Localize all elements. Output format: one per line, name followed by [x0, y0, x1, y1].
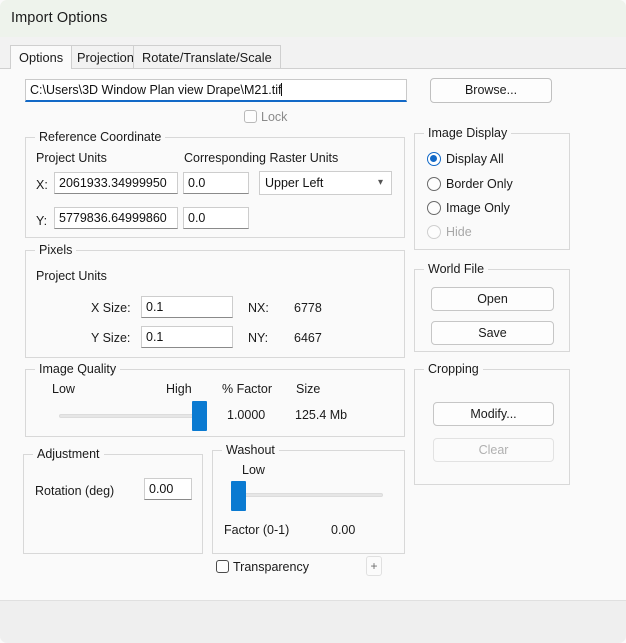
cropping-group: Cropping Modify... Clear	[414, 362, 570, 485]
transparency-label: Transparency	[233, 560, 309, 574]
percent-factor-label: % Factor	[222, 382, 273, 396]
titlebar: Import Options	[0, 0, 626, 37]
nx-label: NX:	[248, 301, 269, 315]
tab-rotate-translate-scale[interactable]: Rotate/Translate/Scale	[133, 45, 281, 69]
radio-border-only-label: Border Only	[446, 177, 513, 191]
transparency-checkbox[interactable]	[216, 560, 229, 573]
tab-strip: Options Projection Rotate/Translate/Scal…	[0, 37, 626, 69]
radio-display-all-label: Display All	[446, 152, 504, 166]
cropping-clear-button: Clear	[433, 438, 554, 462]
ny-value: 6467	[294, 331, 322, 345]
y-raster-units-input[interactable]: 0.0	[183, 207, 249, 229]
world-file-title: World File	[424, 262, 489, 276]
add-transparency-button[interactable]: +	[366, 556, 382, 576]
import-options-window: Import Options Options Projection Rotate…	[0, 0, 626, 643]
rotation-label: Rotation (deg)	[35, 484, 115, 498]
rotation-input[interactable]: 0.00	[144, 478, 192, 500]
quality-low-label: Low	[52, 382, 75, 396]
world-file-open-button[interactable]: Open	[431, 287, 554, 311]
file-path-value: C:\Users\3D Window Plan view Drape\M21.t…	[30, 83, 282, 97]
y-size-input[interactable]: 0.1	[141, 326, 233, 348]
origin-corner-value: Upper Left	[265, 176, 324, 190]
ref-project-units-label: Project Units	[36, 151, 107, 165]
size-label: Size	[296, 382, 321, 396]
radio-hide: Hide	[427, 225, 472, 243]
world-file-save-button[interactable]: Save	[431, 321, 554, 345]
radio-hide-label: Hide	[446, 225, 472, 239]
y-size-label: Y Size:	[91, 331, 131, 345]
radio-border-only[interactable]: Border Only	[427, 177, 513, 195]
adjustment-group: Adjustment Rotation (deg) 0.00	[23, 447, 203, 554]
pixels-project-units-label: Project Units	[36, 269, 107, 283]
pixels-title: Pixels	[35, 243, 77, 257]
radio-image-only-indicator[interactable]	[427, 201, 441, 215]
image-quality-group: Image Quality Low High % Factor Size 1.0…	[25, 362, 405, 437]
pixels-group: Pixels Project Units X Size: 0.1 NX: 677…	[25, 243, 405, 358]
image-display-title: Image Display	[424, 126, 512, 140]
washout-slider-track[interactable]	[238, 493, 383, 497]
image-quality-slider-thumb[interactable]	[192, 401, 207, 431]
cropping-modify-button[interactable]: Modify...	[433, 402, 554, 426]
size-value: 125.4 Mb	[295, 408, 348, 422]
radio-image-only[interactable]: Image Only	[427, 201, 510, 219]
image-display-group: Image Display Display All Border Only Im…	[414, 126, 570, 250]
browse-button[interactable]: Browse...	[430, 78, 552, 103]
window-title: Import Options	[11, 10, 108, 26]
status-bar	[0, 600, 626, 643]
radio-border-only-indicator[interactable]	[427, 177, 441, 191]
reference-coordinate-group: Reference Coordinate Project Units Corre…	[25, 130, 405, 238]
washout-group: Washout Low Factor (0-1) 0.00	[212, 443, 405, 554]
radio-display-all-indicator[interactable]	[427, 152, 441, 166]
y-project-units-input[interactable]: 5779836.64999860	[54, 207, 178, 229]
x-raster-units-input[interactable]: 0.0	[183, 172, 249, 194]
washout-low-label: Low	[242, 463, 265, 477]
options-tab-panel: C:\Users\3D Window Plan view Drape\M21.t…	[0, 69, 626, 600]
corresponding-raster-units-label: Corresponding Raster Units	[184, 151, 339, 165]
radio-image-only-label: Image Only	[446, 201, 510, 215]
ny-label: NY:	[248, 331, 269, 345]
washout-title: Washout	[222, 443, 279, 457]
washout-slider-thumb[interactable]	[231, 481, 246, 511]
nx-value: 6778	[294, 301, 322, 315]
image-quality-title: Image Quality	[35, 362, 121, 376]
washout-factor-label: Factor (0-1)	[224, 523, 290, 537]
text-caret	[281, 83, 283, 96]
reference-coordinate-title: Reference Coordinate	[35, 130, 166, 144]
quality-high-label: High	[166, 382, 192, 396]
x-project-units-input[interactable]: 2061933.34999950	[54, 172, 178, 194]
lock-label: Lock	[261, 110, 288, 124]
lock-checkbox[interactable]	[244, 110, 257, 123]
origin-corner-dropdown[interactable]: Upper Left ▾	[259, 171, 392, 195]
lock-checkbox-row[interactable]: Lock	[244, 110, 287, 128]
chevron-down-icon: ▾	[377, 177, 383, 188]
tab-projection[interactable]: Projection	[68, 45, 143, 69]
percent-factor-value: 1.0000	[227, 408, 266, 422]
transparency-checkbox-row[interactable]: Transparency	[216, 560, 309, 578]
x-label: X:	[36, 178, 48, 192]
cropping-title: Cropping	[424, 362, 483, 376]
y-label: Y:	[36, 214, 48, 228]
file-path-input[interactable]: C:\Users\3D Window Plan view Drape\M21.t…	[25, 79, 407, 102]
x-size-input[interactable]: 0.1	[141, 296, 233, 318]
adjustment-title: Adjustment	[33, 447, 104, 461]
image-quality-slider-track[interactable]	[59, 414, 204, 418]
x-size-label: X Size:	[91, 301, 131, 315]
tab-options[interactable]: Options	[10, 45, 73, 69]
washout-factor-value: 0.00	[331, 523, 356, 537]
radio-display-all[interactable]: Display All	[427, 152, 504, 170]
world-file-group: World File Open Save	[414, 262, 570, 352]
radio-hide-indicator	[427, 225, 441, 239]
